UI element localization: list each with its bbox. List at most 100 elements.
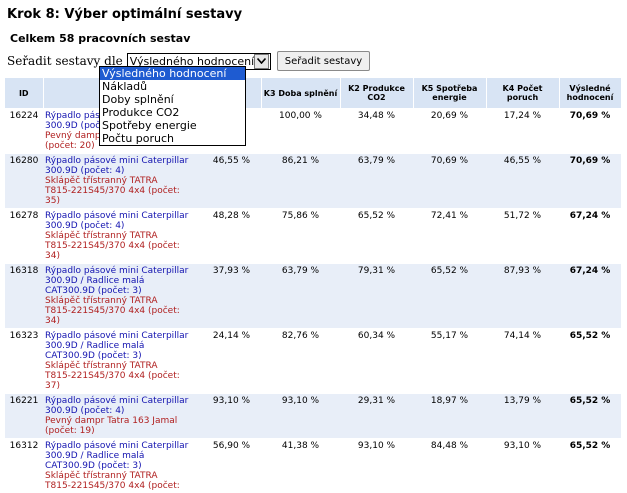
table-row: 16221Rýpadlo pásové mini Caterpillar300.…: [5, 394, 621, 439]
cell-k2: 93,10 %: [340, 439, 413, 493]
cell-k4: 93,10 %: [486, 439, 559, 493]
page-subtitle: Celkem 58 pracovních sestav: [10, 32, 190, 45]
column-header[interactable]: K5 Spotřeba energie: [413, 78, 486, 109]
cell-total: 67,24 %: [559, 264, 621, 329]
cell-k1: 48,28 %: [202, 209, 261, 264]
cell-k4: 46,55 %: [486, 154, 559, 209]
hauler-line: T815-221S45/370 4x4 (počet:: [45, 481, 200, 491]
table-row: 16323Rýpadlo pásové mini Caterpillar300.…: [5, 329, 621, 394]
hauler-line: Sklápěč třístranný TATRA: [45, 361, 200, 371]
cell-id: 16318: [5, 264, 43, 329]
machine-line: CAT300.9D (počet: 3): [45, 461, 200, 471]
cell-k3: 75,86 %: [261, 209, 340, 264]
machine-line: Rýpadlo pásové mini Caterpillar: [45, 211, 200, 221]
cell-k2: 79,31 %: [340, 264, 413, 329]
column-header[interactable]: K4 Počet poruch: [486, 78, 559, 109]
column-header[interactable]: Výsledné hodnocení: [559, 78, 621, 109]
table-header-row: IDyK3 Doba splněníK2 Produkce CO2K5 Spot…: [5, 78, 621, 109]
cell-k4: 74,14 %: [486, 329, 559, 394]
cell-total: 67,24 %: [559, 209, 621, 264]
cell-k2: 65,52 %: [340, 209, 413, 264]
cell-k3: 82,76 %: [261, 329, 340, 394]
machine-line: 300.9D (počet: 4): [45, 166, 200, 176]
machine-line: Rýpadlo pásové mini Caterpillar: [45, 266, 200, 276]
machine-line: 300.9D / Radlice malá: [45, 341, 200, 351]
cell-id: 16221: [5, 394, 43, 439]
machine-line: 300.9D / Radlice malá: [45, 276, 200, 286]
cell-total: 70,69 %: [559, 109, 621, 154]
cell-k5: 84,48 %: [413, 439, 486, 493]
cell-k1: 46,55 %: [202, 154, 261, 209]
cell-id: 16224: [5, 109, 43, 154]
cell-k3: 100,00 %: [261, 109, 340, 154]
cell-k3: 41,38 %: [261, 439, 340, 493]
cell-k4: 87,93 %: [486, 264, 559, 329]
machine-line: 300.9D (počet: 4): [45, 406, 200, 416]
cell-machines: Rýpadlo pásové mini Caterpillar300.9D (p…: [43, 394, 202, 439]
machine-line: CAT300.9D (počet: 3): [45, 286, 200, 296]
hauler-line: Pevný dampr Tatra 163 Jamal: [45, 416, 200, 426]
cell-k2: 60,34 %: [340, 329, 413, 394]
cell-k2: 29,31 %: [340, 394, 413, 439]
hauler-line: T815-221S45/370 4x4 (počet:: [45, 371, 200, 381]
table-row: 16312Rýpadlo pásové mini Caterpillar300.…: [5, 439, 621, 493]
cell-machines: Rýpadlo pásové mini Caterpillar300.9D / …: [43, 439, 202, 493]
cell-total: 65,52 %: [559, 439, 621, 493]
column-header[interactable]: ID: [5, 78, 43, 109]
machine-line: Rýpadlo pásové mini Caterpillar: [45, 331, 200, 341]
hauler-line: Sklápěč třístranný TATRA: [45, 471, 200, 481]
cell-k2: 34,48 %: [340, 109, 413, 154]
sort-dropdown-list[interactable]: Výsledného hodnoceníNákladůDoby splněníP…: [99, 66, 246, 146]
results-table: IDyK3 Doba splněníK2 Produkce CO2K5 Spot…: [5, 78, 622, 493]
machine-line: Rýpadlo pásové mini Caterpillar: [45, 441, 200, 451]
cell-id: 16278: [5, 209, 43, 264]
cell-machines: Rýpadlo pásové mini Caterpillar300.9D (p…: [43, 154, 202, 209]
hauler-line: Sklápěč třístranný TATRA: [45, 176, 200, 186]
sort-option[interactable]: Spotřeby energie: [100, 119, 245, 132]
cell-machines: Rýpadlo pásové mini Caterpillar300.9D / …: [43, 329, 202, 394]
hauler-line: 37): [45, 381, 200, 391]
cell-k4: 17,24 %: [486, 109, 559, 154]
sort-option[interactable]: Produkce CO2: [100, 106, 245, 119]
column-header[interactable]: K3 Doba splnění: [261, 78, 340, 109]
sort-button[interactable]: Seřadit sestavy: [277, 51, 370, 71]
machine-line: CAT300.9D (počet: 3): [45, 351, 200, 361]
cell-k3: 93,10 %: [261, 394, 340, 439]
cell-total: 65,52 %: [559, 329, 621, 394]
cell-total: 70,69 %: [559, 154, 621, 209]
cell-total: 65,52 %: [559, 394, 621, 439]
cell-k5: 20,69 %: [413, 109, 486, 154]
cell-k3: 63,79 %: [261, 264, 340, 329]
cell-k1: 37,93 %: [202, 264, 261, 329]
machine-line: 300.9D / Radlice malá: [45, 451, 200, 461]
sort-option[interactable]: Počtu poruch: [100, 132, 245, 145]
column-header[interactable]: K2 Produkce CO2: [340, 78, 413, 109]
sort-option[interactable]: Doby splnění: [100, 93, 245, 106]
cell-k1: 24,14 %: [202, 329, 261, 394]
machine-line: Rýpadlo pásové mini Caterpillar: [45, 396, 200, 406]
cell-k3: 86,21 %: [261, 154, 340, 209]
sort-option[interactable]: Nákladů: [100, 80, 245, 93]
machine-line: Rýpadlo pásové mini Caterpillar: [45, 156, 200, 166]
cell-k5: 18,97 %: [413, 394, 486, 439]
cell-k5: 65,52 %: [413, 264, 486, 329]
cell-k1: 56,90 %: [202, 439, 261, 493]
sort-option[interactable]: Výsledného hodnocení: [100, 67, 245, 80]
table-row: 16318Rýpadlo pásové mini Caterpillar300.…: [5, 264, 621, 329]
hauler-line: T815-221S45/370 4x4 (počet:: [45, 186, 200, 196]
cell-k5: 70,69 %: [413, 154, 486, 209]
hauler-line: 35): [45, 196, 200, 206]
cell-k5: 72,41 %: [413, 209, 486, 264]
page-title: Krok 8: Výber optimální sestavy: [7, 7, 242, 22]
hauler-line: 34): [45, 251, 200, 261]
table-row: 16278Rýpadlo pásové mini Caterpillar300.…: [5, 209, 621, 264]
chevron-down-icon[interactable]: [254, 54, 269, 69]
hauler-line: 34): [45, 316, 200, 326]
cell-k1: 93,10 %: [202, 394, 261, 439]
cell-k2: 63,79 %: [340, 154, 413, 209]
hauler-line: (počet: 19): [45, 426, 200, 436]
hauler-line: T815-221S45/370 4x4 (počet:: [45, 306, 200, 316]
table-row: 16224Rýpadlo pás300.9D (počPevný dampr(p…: [5, 109, 621, 154]
hauler-line: Sklápěč třístranný TATRA: [45, 296, 200, 306]
cell-id: 16323: [5, 329, 43, 394]
